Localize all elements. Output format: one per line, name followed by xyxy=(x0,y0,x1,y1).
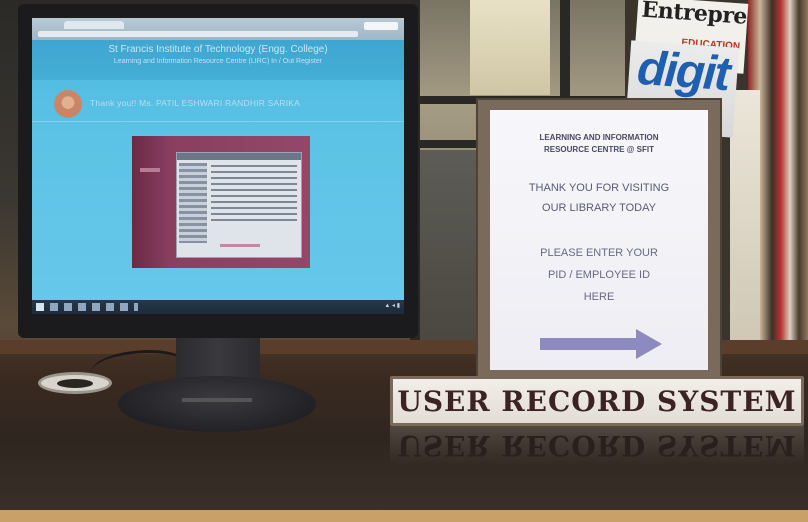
site-header: St Francis Institute of Technology (Engg… xyxy=(32,40,404,80)
avatar xyxy=(54,90,82,118)
magazine xyxy=(730,90,760,350)
window-light xyxy=(470,0,550,95)
sign-heading-line: LEARNING AND INFORMATION xyxy=(539,133,659,142)
taskbar-app-icons[interactable] xyxy=(50,303,138,311)
sign-paper: LEARNING AND INFORMATION RESOURCE CENTRE… xyxy=(490,110,708,370)
sign-thanks-line: THANK YOU FOR VISITING xyxy=(528,182,670,194)
system-tray[interactable]: ▲ ◂ ▮ xyxy=(384,302,400,309)
sign-thanks: THANK YOU FOR VISITING OUR LIBRARY TODAY xyxy=(490,178,708,218)
sign-prompt-line: HERE xyxy=(583,291,615,303)
nameplate: USER RECORD SYSTEM xyxy=(390,376,804,426)
thanks-row: Thank you!! Ms. PATIL ESHWARI RANDHIR SA… xyxy=(32,86,404,122)
sign-prompt-line: PLEASE ENTER YOUR xyxy=(540,247,658,259)
magazine-title: digit xyxy=(635,41,731,102)
sign-frame: LEARNING AND INFORMATION RESOURCE CENTRE… xyxy=(476,98,722,382)
nameplate-reflection-text: USER RECORD SYSTEM xyxy=(397,429,797,463)
taskbar: ▲ ◂ ▮ xyxy=(32,300,404,314)
monitor: St Francis Institute of Technology (Engg… xyxy=(18,4,418,338)
sign-heading: LEARNING AND INFORMATION RESOURCE CENTRE… xyxy=(490,110,708,156)
cable-grommet xyxy=(38,372,112,394)
sign-thanks-line: OUR LIBRARY TODAY xyxy=(542,202,656,214)
embedded-content-lines xyxy=(211,165,297,225)
embedded-side-label xyxy=(140,168,160,172)
sign-heading-line: RESOURCE CENTRE @ SFIT xyxy=(543,145,655,154)
browser-extension-icons[interactable] xyxy=(364,22,398,30)
embedded-form-window xyxy=(176,152,302,258)
nameplate-label: USER RECORD SYSTEM xyxy=(397,384,797,418)
browser-tab[interactable] xyxy=(64,21,124,29)
thanks-message: Thank you!! Ms. PATIL ESHWARI RANDHIR SA… xyxy=(90,98,301,108)
magazine-title: Entrepreneur xyxy=(640,0,749,34)
embedded-footer xyxy=(220,244,260,247)
monitor-stand-base xyxy=(118,376,316,432)
address-bar[interactable] xyxy=(38,31,358,37)
nameplate-reflection: USER RECORD SYSTEM xyxy=(390,426,804,466)
sign-prompt: PLEASE ENTER YOUR PID / EMPLOYEE ID HERE xyxy=(490,242,708,308)
browser-toolbar xyxy=(32,18,404,40)
embedded-nav xyxy=(179,163,207,243)
right-arrow-icon xyxy=(540,329,662,359)
embedded-screenshot-image xyxy=(132,136,310,268)
site-title: St Francis Institute of Technology (Engg… xyxy=(108,44,328,55)
desk-front-edge xyxy=(0,510,808,522)
monitor-screen: St Francis Institute of Technology (Engg… xyxy=(32,18,404,314)
start-icon[interactable] xyxy=(36,303,44,311)
site-subtitle: Learning and Information Resource Centre… xyxy=(113,58,323,65)
sign-prompt-line: PID / EMPLOYEE ID xyxy=(547,269,651,281)
